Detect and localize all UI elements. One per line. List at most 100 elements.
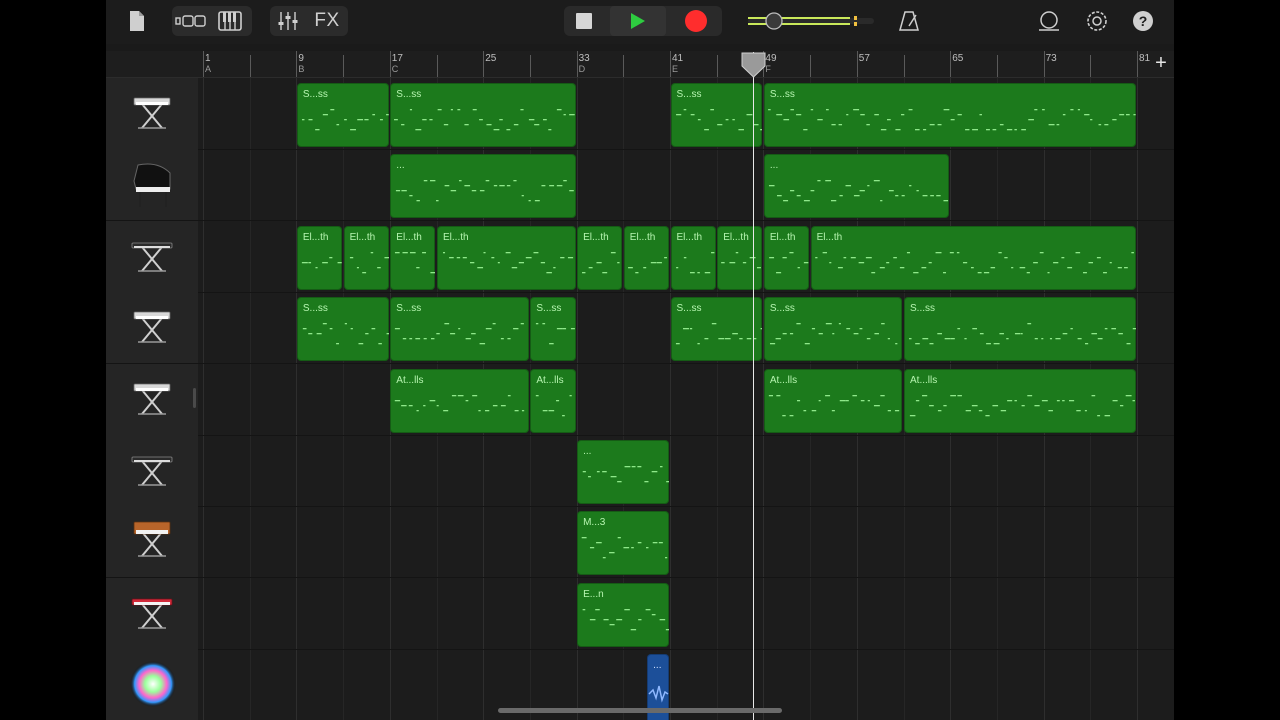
ruler-tick: [810, 55, 812, 77]
note-preview: [768, 394, 900, 416]
track-header[interactable]: [106, 220, 198, 293]
midi-region[interactable]: El...th: [670, 225, 716, 290]
playhead[interactable]: [753, 52, 754, 720]
ruler-tick: [996, 55, 998, 77]
vintage-synth-icon: [128, 516, 176, 567]
home-indicator: [498, 708, 782, 713]
stop-icon[interactable]: [566, 6, 602, 36]
document-icon[interactable]: [126, 6, 148, 36]
midi-region[interactable]: At...lls: [390, 368, 529, 433]
track-header[interactable]: [106, 78, 198, 150]
tracks-area[interactable]: S...ss S...ss S...ss S...ss...... El...th El.…: [198, 78, 1174, 720]
ruler-section-letter[interactable]: D: [579, 64, 586, 74]
control-bar: FX ?: [106, 0, 1174, 44]
note-preview: [909, 323, 1136, 345]
ruler-bar-number: 33: [578, 53, 590, 64]
ruler-section-letter[interactable]: F: [765, 64, 771, 74]
ruler-bar-number: 17: [391, 53, 403, 64]
note-preview: [627, 256, 667, 274]
midi-region[interactable]: S...ss: [390, 297, 529, 362]
ruler-tick: [249, 55, 251, 77]
track-header[interactable]: [106, 292, 198, 365]
note-preview: [582, 466, 669, 483]
midi-region[interactable]: M...3: [577, 511, 669, 576]
track-header[interactable]: [106, 577, 198, 650]
ruler-section-letter[interactable]: A: [205, 64, 211, 74]
settings-icon[interactable]: [1084, 6, 1110, 36]
track-lane[interactable]: [198, 506, 1174, 579]
ruler-bar-number: 49: [765, 53, 777, 64]
synth-keyboard-icon: [128, 374, 176, 425]
electric-keyboard-icon: [128, 231, 176, 282]
midi-region[interactable]: S...ss: [670, 297, 763, 362]
midi-region[interactable]: El...th: [390, 225, 436, 290]
ruler-section-letter[interactable]: E: [672, 64, 678, 74]
track-header[interactable]: [106, 506, 198, 579]
midi-region[interactable]: S...ss: [530, 297, 576, 362]
mixer-icon[interactable]: [276, 6, 300, 36]
ruler-section-letter[interactable]: B: [298, 64, 304, 74]
add-section-button[interactable]: +: [1153, 53, 1169, 73]
bar-ruler[interactable]: 1 A 9 B 17 C 25 33 D 41 E 49 F 57 65 73 81: [198, 51, 1174, 78]
midi-region[interactable]: S...ss: [904, 297, 1136, 362]
track-lane[interactable]: [198, 149, 1174, 222]
midi-region[interactable]: El...th: [577, 225, 623, 290]
midi-region[interactable]: ...: [390, 154, 576, 219]
tracks-view-icon[interactable]: [174, 6, 208, 36]
midi-region[interactable]: S...ss: [670, 83, 763, 147]
track-header[interactable]: [106, 149, 198, 222]
track-lane[interactable]: [198, 435, 1174, 507]
midi-region[interactable]: El...th: [343, 225, 389, 290]
grand-piano-icon: [128, 159, 176, 216]
track-header[interactable]: [106, 363, 198, 436]
keyboard-icon[interactable]: [216, 6, 244, 36]
midi-region[interactable]: At...lls: [763, 368, 903, 433]
ruler-bar-number: 81: [1139, 53, 1151, 64]
midi-region[interactable]: El...th: [810, 225, 1136, 290]
record-icon[interactable]: [676, 6, 716, 36]
note-preview: [675, 323, 763, 345]
note-preview: [582, 608, 669, 631]
playhead-handle[interactable]: [741, 52, 766, 78]
play-icon[interactable]: [610, 6, 666, 36]
master-volume-slider[interactable]: [746, 6, 878, 36]
midi-region[interactable]: At...lls: [530, 368, 576, 433]
midi-region[interactable]: S...ss: [763, 83, 1136, 147]
midi-region[interactable]: El...th: [717, 225, 763, 290]
synth-keyboard-icon: [128, 302, 176, 353]
loop-icon[interactable]: [1036, 6, 1062, 36]
ruler-tick: [576, 51, 578, 77]
midi-region[interactable]: ...: [763, 154, 950, 219]
note-preview: [769, 323, 898, 345]
note-preview: [536, 323, 576, 345]
ruler-tick: [203, 51, 204, 77]
note-preview: [675, 109, 763, 131]
track-header-resize-handle[interactable]: [193, 388, 196, 408]
ruler-section-letter[interactable]: C: [392, 64, 399, 74]
track-header[interactable]: [106, 435, 198, 507]
midi-region[interactable]: El...th: [763, 225, 810, 290]
metronome-icon[interactable]: [896, 6, 922, 36]
fx-button[interactable]: FX: [312, 6, 342, 36]
midi-region[interactable]: At...lls: [904, 368, 1136, 433]
help-icon[interactable]: ?: [1130, 6, 1156, 36]
ruler-tick: [389, 51, 391, 77]
ruler-tick: [716, 55, 718, 77]
midi-region[interactable]: S...ss: [763, 297, 903, 362]
ruler-tick: [483, 51, 485, 77]
note-preview: [536, 394, 573, 416]
midi-region[interactable]: S...ss: [296, 297, 389, 362]
note-preview: [301, 256, 342, 269]
note-preview: [395, 394, 525, 411]
midi-region[interactable]: S...ss: [296, 83, 389, 147]
midi-region[interactable]: El...th: [296, 225, 343, 290]
electric-keyboard-icon: [128, 445, 176, 496]
midi-region[interactable]: El...th: [623, 225, 669, 290]
track-lane[interactable]: [198, 578, 1174, 650]
midi-region[interactable]: S...ss: [390, 83, 576, 147]
ruler-tick: [296, 51, 298, 77]
midi-region[interactable]: ...: [577, 440, 669, 504]
midi-region[interactable]: E...n: [577, 582, 669, 647]
track-header[interactable]: [106, 649, 198, 720]
midi-region[interactable]: El...th: [437, 225, 576, 290]
